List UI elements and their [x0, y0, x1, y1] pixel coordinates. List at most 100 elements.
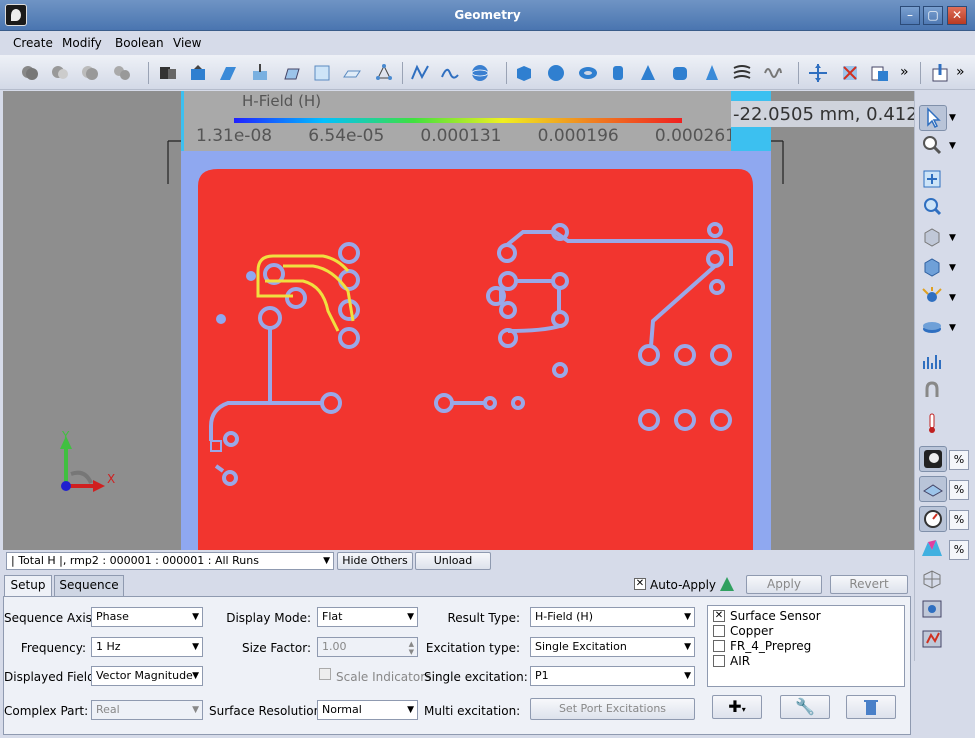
chevron-down-icon[interactable]: ▼ [949, 133, 959, 159]
displayed-field-select[interactable]: Vector Magnitude ▼ [91, 666, 203, 686]
geometry-viewport[interactable]: Y X H-Field (H) 1.31e-08 6.54e-05 0.0001… [3, 91, 914, 550]
toolbar-overflow-2[interactable]: » [956, 64, 965, 80]
pyramid-icon[interactable] [702, 63, 722, 83]
hide-others-button[interactable]: Hide Others [337, 552, 413, 570]
boolean-split-icon[interactable] [112, 63, 132, 83]
menu-view[interactable]: View [173, 36, 201, 50]
layer-checkbox-fr4-prepreg[interactable] [713, 640, 725, 652]
tube-icon[interactable] [670, 63, 690, 83]
import-icon[interactable] [930, 63, 950, 83]
menu-modify[interactable]: Modify [62, 36, 102, 50]
helix-icon[interactable] [732, 63, 752, 83]
size-factor-spinbox[interactable]: 1.00 ▲ ▼ [317, 637, 418, 657]
frequency-select[interactable]: 1 Hz ▼ [91, 637, 203, 657]
delete-object-icon[interactable] [840, 63, 860, 83]
boolean-union-icon[interactable] [20, 63, 40, 83]
layer-checkbox-air[interactable] [713, 655, 725, 667]
boolean-intersect-icon[interactable] [80, 63, 100, 83]
add-layer-button[interactable]: ✚▾ [712, 695, 762, 719]
close-button[interactable]: ✕ [947, 6, 967, 25]
torus-icon[interactable] [578, 63, 598, 83]
toolbar-separator [798, 62, 799, 84]
cover-icon[interactable] [282, 63, 302, 83]
layer-item-fr4-prepreg[interactable]: FR_4_Prepreg [730, 639, 811, 654]
cylinder-icon[interactable] [608, 63, 628, 83]
face-icon[interactable] [342, 63, 362, 83]
unload-button[interactable]: Unload [415, 552, 491, 570]
histogram-button[interactable] [919, 349, 947, 375]
view-orientation-button[interactable] [919, 225, 947, 251]
wrench-icon: 🔧 [795, 697, 815, 716]
mesh-overlay-opacity[interactable]: % [949, 480, 969, 500]
fit-all-button[interactable] [919, 167, 947, 193]
delete-layer-button[interactable] [846, 695, 896, 719]
chevron-down-icon[interactable]: ▼ [949, 285, 959, 311]
tab-sequence[interactable]: Sequence [54, 575, 124, 596]
sphere-icon[interactable] [546, 63, 566, 83]
spline-icon[interactable] [440, 63, 460, 83]
contour-overlay-opacity[interactable]: % [949, 540, 969, 560]
chevron-down-icon[interactable]: ▼ [949, 315, 959, 341]
grid-button[interactable] [919, 567, 947, 593]
zoom-tool-button[interactable] [919, 133, 947, 159]
chevron-down-icon[interactable]: ▼ [949, 255, 959, 281]
excitation-type-select[interactable]: Single Excitation ▼ [530, 637, 695, 657]
imprint-icon[interactable] [250, 63, 270, 83]
chevron-down-icon[interactable]: ▼ [949, 105, 959, 131]
mesh-overlay-button[interactable] [919, 476, 947, 502]
surface-resolution-label: Surface Resolution: [209, 704, 326, 718]
field-overlay-opacity[interactable]: % [949, 450, 969, 470]
menu-create[interactable]: Create [13, 36, 53, 50]
capture-button[interactable] [919, 597, 947, 623]
layer-view-button[interactable] [919, 315, 947, 341]
sphere-wire-icon[interactable] [470, 63, 490, 83]
thermal-button[interactable] [919, 411, 947, 437]
sequence-axis-select[interactable]: Phase ▼ [91, 607, 203, 627]
copy-object-icon[interactable] [870, 63, 890, 83]
vertices-icon[interactable] [374, 63, 394, 83]
contour-overlay-button[interactable] [919, 536, 947, 562]
boolean-subtract-icon[interactable] [50, 63, 70, 83]
loft-icon[interactable] [218, 63, 238, 83]
restore-button[interactable]: ▢ [923, 6, 943, 25]
edit-layer-button[interactable]: 🔧 [780, 695, 830, 719]
minimize-button[interactable]: – [900, 6, 920, 25]
tab-setup[interactable]: Setup [4, 575, 52, 597]
complex-part-select[interactable]: Real ▼ [91, 700, 203, 720]
menu-boolean[interactable]: Boolean [115, 36, 164, 50]
single-excitation-select[interactable]: P1 ▼ [530, 666, 695, 686]
layer-checkbox-copper[interactable] [713, 625, 725, 637]
scale-indicators-checkbox[interactable] [319, 668, 331, 680]
zoom-selection-button[interactable] [919, 195, 947, 221]
layer-item-copper[interactable]: Copper [730, 624, 773, 639]
display-mode-select[interactable]: Flat ▼ [317, 607, 418, 627]
layer-checkbox-surface-sensor[interactable]: ✕ [713, 610, 725, 622]
gauge-overlay-opacity[interactable]: % [949, 510, 969, 530]
box-icon[interactable] [514, 63, 534, 83]
chevron-down-icon[interactable]: ▼ [949, 225, 959, 251]
set-port-excitations-button[interactable]: Set Port Excitations [530, 698, 695, 720]
move-icon[interactable] [808, 63, 828, 83]
shading-button[interactable] [919, 255, 947, 281]
gauge-overlay-button[interactable] [919, 506, 947, 532]
extrude-icon[interactable] [188, 63, 208, 83]
select-tool-button[interactable] [919, 105, 947, 131]
field-overlay-button[interactable] [919, 446, 947, 472]
magnet-button[interactable] [919, 379, 947, 405]
run-selector[interactable]: | Total H |, rmp2 : 000001 : 000001 : Al… [6, 552, 334, 570]
sweep-icon[interactable] [158, 63, 178, 83]
coil-icon[interactable] [762, 63, 782, 83]
sheet-icon[interactable] [312, 63, 332, 83]
revert-button[interactable]: Revert [830, 575, 908, 594]
layer-item-air[interactable]: AIR [730, 654, 750, 669]
toolbar-overflow[interactable]: » [900, 64, 909, 80]
result-type-select[interactable]: H-Field (H) ▼ [530, 607, 695, 627]
lighting-button[interactable] [919, 285, 947, 311]
layer-item-surface-sensor[interactable]: Surface Sensor [730, 609, 821, 624]
polyline-icon[interactable] [410, 63, 430, 83]
animation-button[interactable] [919, 627, 947, 653]
cone-icon[interactable] [638, 63, 658, 83]
auto-apply-checkbox[interactable]: ✕ [634, 578, 646, 590]
apply-button[interactable]: Apply [746, 575, 822, 594]
surface-resolution-select[interactable]: Normal ▼ [317, 700, 418, 720]
